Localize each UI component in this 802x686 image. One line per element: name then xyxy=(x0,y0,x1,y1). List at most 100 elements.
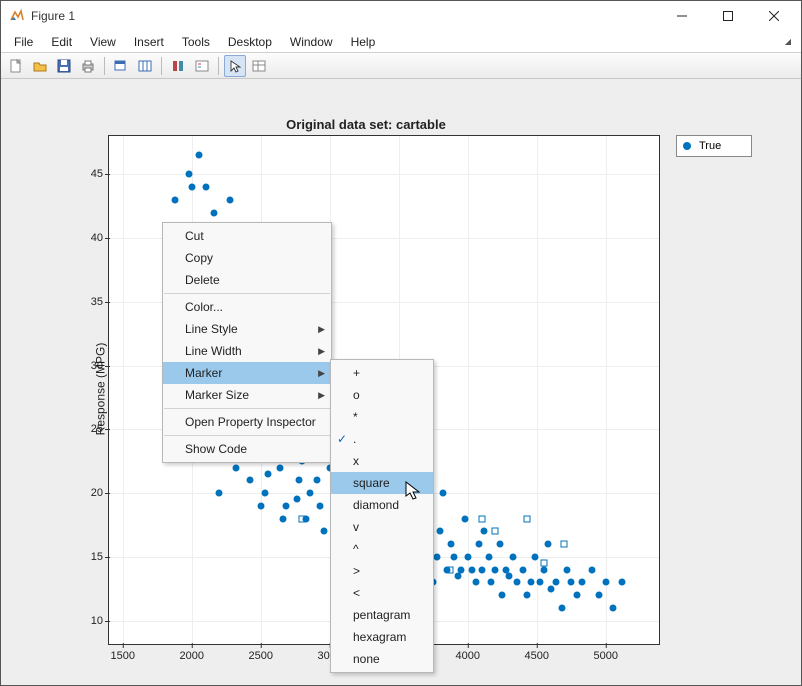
new-figure-button[interactable] xyxy=(5,55,27,77)
data-point[interactable] xyxy=(544,541,551,548)
print-button[interactable] xyxy=(77,55,99,77)
property-inspector-button[interactable] xyxy=(248,55,270,77)
data-point[interactable] xyxy=(540,566,547,573)
data-point[interactable] xyxy=(579,579,586,586)
data-point[interactable] xyxy=(279,515,286,522)
data-point[interactable] xyxy=(473,579,480,586)
data-point[interactable] xyxy=(524,515,531,522)
data-point[interactable] xyxy=(462,515,469,522)
data-point[interactable] xyxy=(492,566,499,573)
data-point[interactable] xyxy=(264,470,271,477)
data-point[interactable] xyxy=(478,515,485,522)
data-point[interactable] xyxy=(455,572,462,579)
data-point[interactable] xyxy=(202,184,209,191)
ctx-copy[interactable]: Copy xyxy=(163,247,331,269)
minimize-button[interactable] xyxy=(659,1,705,31)
data-point[interactable] xyxy=(496,541,503,548)
data-point[interactable] xyxy=(210,209,217,216)
insert-colorbar-button[interactable] xyxy=(167,55,189,77)
data-point[interactable] xyxy=(216,490,223,497)
marker-gt[interactable]: > xyxy=(331,560,433,582)
data-point[interactable] xyxy=(602,579,609,586)
data-point[interactable] xyxy=(172,196,179,203)
insert-legend-button[interactable] xyxy=(191,55,213,77)
data-point[interactable] xyxy=(553,579,560,586)
data-point[interactable] xyxy=(520,566,527,573)
marker-diamond[interactable]: diamond xyxy=(331,494,433,516)
data-point[interactable] xyxy=(246,477,253,484)
data-point[interactable] xyxy=(232,464,239,471)
menu-edit[interactable]: Edit xyxy=(42,33,81,51)
marker-pentagram[interactable]: pentagram xyxy=(331,604,433,626)
data-point[interactable] xyxy=(619,579,626,586)
data-point[interactable] xyxy=(282,502,289,509)
legend[interactable]: True xyxy=(676,135,752,157)
data-point[interactable] xyxy=(227,196,234,203)
data-point[interactable] xyxy=(547,585,554,592)
menu-file[interactable]: File xyxy=(5,33,42,51)
ctx-show-code[interactable]: Show Code xyxy=(163,438,331,460)
data-point[interactable] xyxy=(307,490,314,497)
data-point[interactable] xyxy=(186,171,193,178)
marker-hexagram[interactable]: hexagram xyxy=(331,626,433,648)
ctx-line-width[interactable]: Line Width▶ xyxy=(163,340,331,362)
marker-dot[interactable]: ✓. xyxy=(331,428,433,450)
marker-v[interactable]: v xyxy=(331,516,433,538)
data-point[interactable] xyxy=(528,579,535,586)
data-point[interactable] xyxy=(485,553,492,560)
data-point[interactable] xyxy=(506,572,513,579)
menu-window[interactable]: Window xyxy=(281,33,342,51)
marker-star[interactable]: * xyxy=(331,406,433,428)
data-point[interactable] xyxy=(524,592,531,599)
data-point[interactable] xyxy=(464,553,471,560)
data-point[interactable] xyxy=(514,579,521,586)
data-point[interactable] xyxy=(451,553,458,560)
edit-plot-button[interactable] xyxy=(224,55,246,77)
marker-square[interactable]: square xyxy=(331,472,433,494)
data-point[interactable] xyxy=(561,541,568,548)
marker-caret[interactable]: ^ xyxy=(331,538,433,560)
menu-view[interactable]: View xyxy=(81,33,125,51)
data-point[interactable] xyxy=(589,566,596,573)
data-point[interactable] xyxy=(558,604,565,611)
data-point[interactable] xyxy=(261,490,268,497)
data-point[interactable] xyxy=(488,579,495,586)
menu-tools[interactable]: Tools xyxy=(173,33,219,51)
ctx-marker[interactable]: Marker▶ xyxy=(163,362,331,384)
menu-overflow-icon[interactable]: ◢ xyxy=(785,37,797,46)
data-point[interactable] xyxy=(468,566,475,573)
data-point[interactable] xyxy=(188,184,195,191)
ctx-line-style[interactable]: Line Style▶ xyxy=(163,318,331,340)
ctx-delete[interactable]: Delete xyxy=(163,269,331,291)
data-point[interactable] xyxy=(532,553,539,560)
menu-help[interactable]: Help xyxy=(342,33,385,51)
marker-x[interactable]: x xyxy=(331,450,433,472)
data-point[interactable] xyxy=(446,566,453,573)
data-point[interactable] xyxy=(314,477,321,484)
data-point[interactable] xyxy=(293,496,300,503)
marker-lt[interactable]: < xyxy=(331,582,433,604)
ctx-marker-size[interactable]: Marker Size▶ xyxy=(163,384,331,406)
data-point[interactable] xyxy=(492,528,499,535)
data-point[interactable] xyxy=(595,592,602,599)
data-point[interactable] xyxy=(568,579,575,586)
data-cursor-button[interactable] xyxy=(110,55,132,77)
link-button[interactable] xyxy=(134,55,156,77)
marker-o[interactable]: o xyxy=(331,384,433,406)
menu-insert[interactable]: Insert xyxy=(125,33,173,51)
maximize-button[interactable] xyxy=(705,1,751,31)
data-point[interactable] xyxy=(564,566,571,573)
data-point[interactable] xyxy=(296,477,303,484)
close-button[interactable] xyxy=(751,1,797,31)
data-point[interactable] xyxy=(299,515,306,522)
menu-desktop[interactable]: Desktop xyxy=(219,33,281,51)
data-point[interactable] xyxy=(536,579,543,586)
data-point[interactable] xyxy=(499,592,506,599)
data-point[interactable] xyxy=(540,560,547,567)
data-point[interactable] xyxy=(573,592,580,599)
data-point[interactable] xyxy=(317,502,324,509)
data-point[interactable] xyxy=(478,566,485,573)
data-point[interactable] xyxy=(609,604,616,611)
data-point[interactable] xyxy=(457,566,464,573)
data-point[interactable] xyxy=(475,541,482,548)
